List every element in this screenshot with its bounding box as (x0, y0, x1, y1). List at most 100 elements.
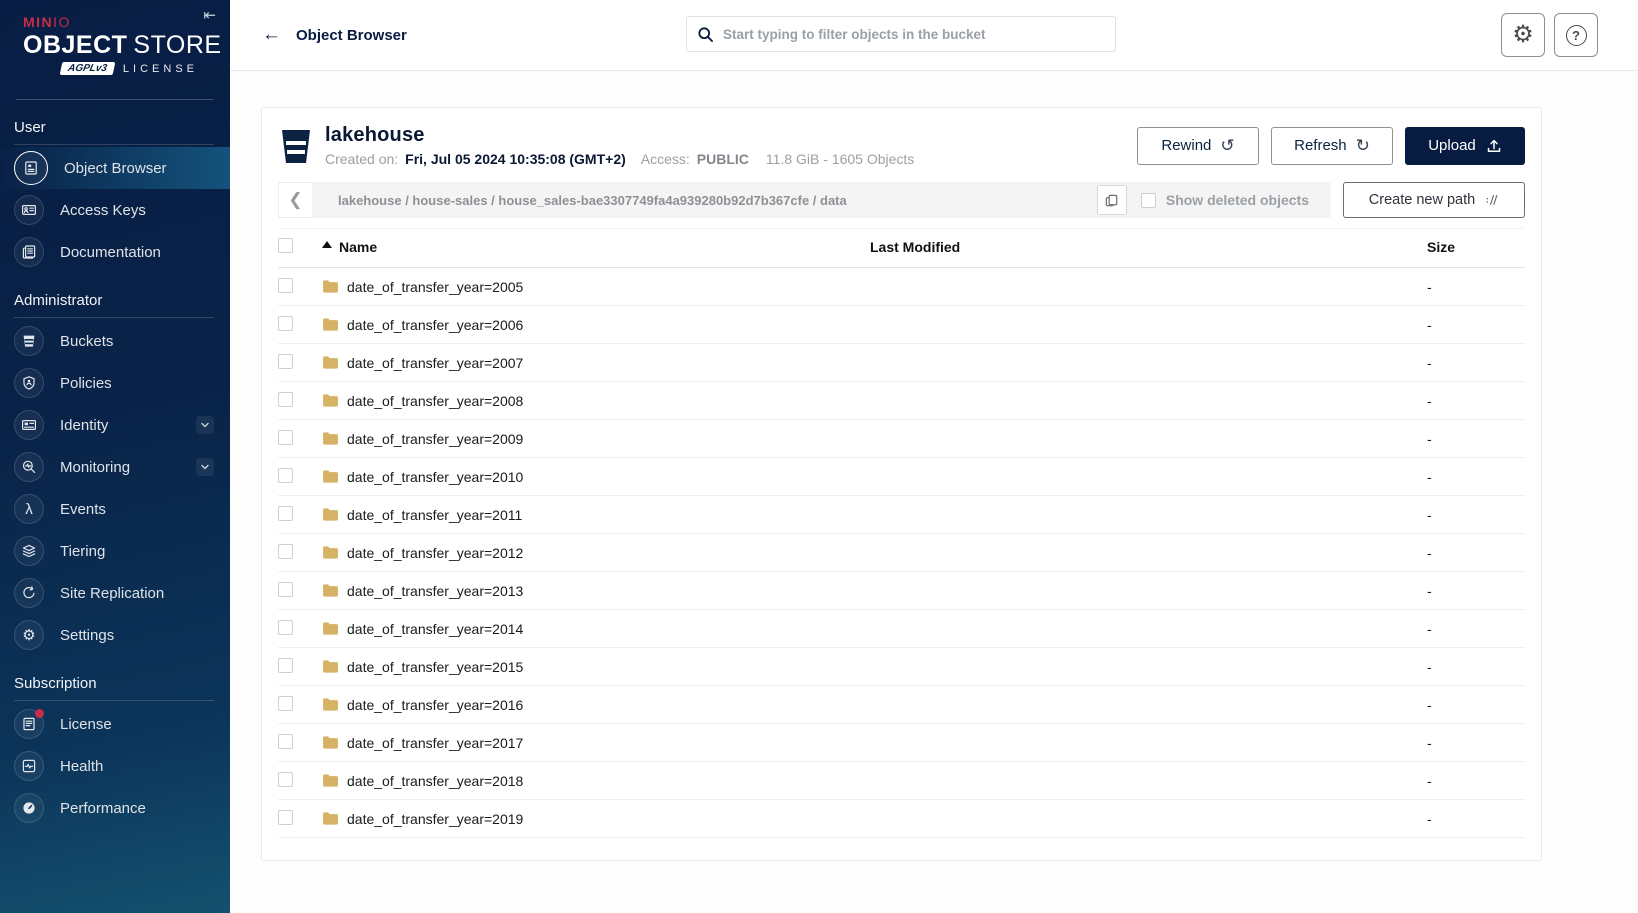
back-arrow-icon[interactable]: ← (262, 24, 281, 46)
sidebar-item-identity[interactable]: Identity (0, 404, 230, 446)
row-checkbox[interactable] (278, 810, 293, 825)
table-row[interactable]: date_of_transfer_year=2006 - (278, 306, 1525, 344)
object-name[interactable]: date_of_transfer_year=2019 (347, 811, 523, 827)
table-row[interactable]: date_of_transfer_year=2016 - (278, 686, 1525, 724)
sidebar-item-performance[interactable]: Performance (0, 787, 230, 829)
object-name[interactable]: date_of_transfer_year=2012 (347, 545, 523, 561)
object-name[interactable]: date_of_transfer_year=2017 (347, 735, 523, 751)
row-checkbox[interactable] (278, 544, 293, 559)
table-row[interactable]: date_of_transfer_year=2017 - (278, 724, 1525, 762)
upload-button[interactable]: Upload (1405, 127, 1525, 165)
table-row[interactable]: date_of_transfer_year=2010 - (278, 458, 1525, 496)
object-name[interactable]: date_of_transfer_year=2009 (347, 431, 523, 447)
refresh-button[interactable]: Refresh↻ (1271, 127, 1393, 165)
object-size: - (1415, 610, 1525, 648)
table-row[interactable]: date_of_transfer_year=2011 - (278, 496, 1525, 534)
sidebar-item-site-replication[interactable]: Site Replication (0, 572, 230, 614)
bucket-card: lakehouse Created on: Fri, Jul 05 2024 1… (261, 107, 1542, 861)
object-size: - (1415, 458, 1525, 496)
settings-button[interactable]: ⚙ (1501, 13, 1545, 57)
sidebar-item-buckets[interactable]: Buckets (0, 320, 230, 362)
row-checkbox[interactable] (278, 582, 293, 597)
table-row[interactable]: date_of_transfer_year=2008 - (278, 382, 1525, 420)
refresh-icon: ↻ (1356, 136, 1370, 156)
row-checkbox[interactable] (278, 354, 293, 369)
object-name[interactable]: date_of_transfer_year=2008 (347, 393, 523, 409)
row-checkbox[interactable] (278, 696, 293, 711)
table-row[interactable]: date_of_transfer_year=2007 - (278, 344, 1525, 382)
help-button[interactable]: ? (1554, 13, 1598, 57)
bucket-name: lakehouse (325, 124, 914, 147)
row-checkbox[interactable] (278, 430, 293, 445)
object-name[interactable]: date_of_transfer_year=2005 (347, 279, 523, 295)
object-size: - (1415, 724, 1525, 762)
table-row[interactable]: date_of_transfer_year=2019 - (278, 800, 1525, 838)
chevron-down-icon[interactable] (196, 416, 214, 434)
object-last-modified (870, 686, 1415, 724)
select-all-checkbox[interactable] (278, 238, 293, 253)
page-title: Object Browser (296, 27, 407, 44)
object-last-modified (870, 306, 1415, 344)
sidebar-item-policies[interactable]: Policies (0, 362, 230, 404)
column-last-modified[interactable]: Last Modified (870, 229, 1415, 268)
row-checkbox[interactable] (278, 316, 293, 331)
sidebar-item-events[interactable]: λEvents (0, 488, 230, 530)
sidebar-item-license[interactable]: License (0, 703, 230, 745)
row-checkbox[interactable] (278, 734, 293, 749)
object-name[interactable]: date_of_transfer_year=2016 (347, 697, 523, 713)
sidebar-item-settings[interactable]: ⚙Settings (0, 614, 230, 656)
object-name[interactable]: date_of_transfer_year=2010 (347, 469, 523, 485)
object-browser-icon (14, 151, 48, 185)
table-row[interactable]: date_of_transfer_year=2005 - (278, 268, 1525, 306)
sidebar-item-tiering[interactable]: Tiering (0, 530, 230, 572)
row-checkbox[interactable] (278, 278, 293, 293)
object-name[interactable]: date_of_transfer_year=2011 (347, 507, 522, 523)
sidebar-item-health[interactable]: Health (0, 745, 230, 787)
row-checkbox[interactable] (278, 468, 293, 483)
sidebar-item-object-browser[interactable]: Object Browser (0, 147, 230, 189)
object-last-modified (870, 648, 1415, 686)
object-name[interactable]: date_of_transfer_year=2014 (347, 621, 523, 637)
column-name[interactable]: Name (322, 229, 870, 268)
breadcrumb-back-button[interactable]: ❮ (278, 182, 312, 218)
sidebar-collapse-icon[interactable]: ⇤ (203, 6, 216, 24)
sidebar-item-label: Events (60, 501, 106, 518)
access-value[interactable]: PUBLIC (697, 151, 749, 167)
table-row[interactable]: date_of_transfer_year=2012 - (278, 534, 1525, 572)
object-size: - (1415, 268, 1525, 306)
search-input[interactable] (723, 27, 1105, 42)
object-last-modified (870, 534, 1415, 572)
sidebar-item-documentation[interactable]: Documentation (0, 231, 230, 273)
sidebar-item-access-keys[interactable]: Access Keys (0, 189, 230, 231)
table-row[interactable]: date_of_transfer_year=2009 - (278, 420, 1525, 458)
folder-icon (322, 393, 339, 408)
sidebar-item-monitoring[interactable]: Monitoring (0, 446, 230, 488)
row-checkbox[interactable] (278, 772, 293, 787)
sidebar-section-label: User (0, 100, 230, 144)
object-name[interactable]: date_of_transfer_year=2006 (347, 317, 523, 333)
copy-path-button[interactable] (1097, 185, 1127, 215)
column-size[interactable]: Size (1415, 229, 1525, 268)
table-row[interactable]: date_of_transfer_year=2015 - (278, 648, 1525, 686)
show-deleted-checkbox[interactable] (1141, 193, 1156, 208)
folder-icon (322, 773, 339, 788)
object-name[interactable]: date_of_transfer_year=2018 (347, 773, 523, 789)
table-row[interactable]: date_of_transfer_year=2018 - (278, 762, 1525, 800)
row-checkbox[interactable] (278, 620, 293, 635)
row-checkbox[interactable] (278, 506, 293, 521)
row-checkbox[interactable] (278, 658, 293, 673)
chevron-down-icon[interactable] (196, 458, 214, 476)
object-name[interactable]: date_of_transfer_year=2007 (347, 355, 523, 371)
breadcrumb[interactable]: lakehouse / house-sales / house_sales-ba… (338, 193, 1083, 208)
access-label: Access: (641, 151, 690, 167)
object-name[interactable]: date_of_transfer_year=2013 (347, 583, 523, 599)
object-name[interactable]: date_of_transfer_year=2015 (347, 659, 523, 675)
table-row[interactable]: date_of_transfer_year=2014 - (278, 610, 1525, 648)
create-new-path-button[interactable]: Create new path (1343, 182, 1525, 218)
minio-logo: MINIO OBJECTSTORE AGPLv3 LICENSE (0, 0, 230, 87)
object-filter-searchbox[interactable] (686, 16, 1116, 52)
show-deleted-toggle[interactable]: Show deleted objects (1141, 192, 1309, 208)
table-row[interactable]: date_of_transfer_year=2013 - (278, 572, 1525, 610)
rewind-button[interactable]: Rewind↺ (1137, 127, 1259, 165)
row-checkbox[interactable] (278, 392, 293, 407)
